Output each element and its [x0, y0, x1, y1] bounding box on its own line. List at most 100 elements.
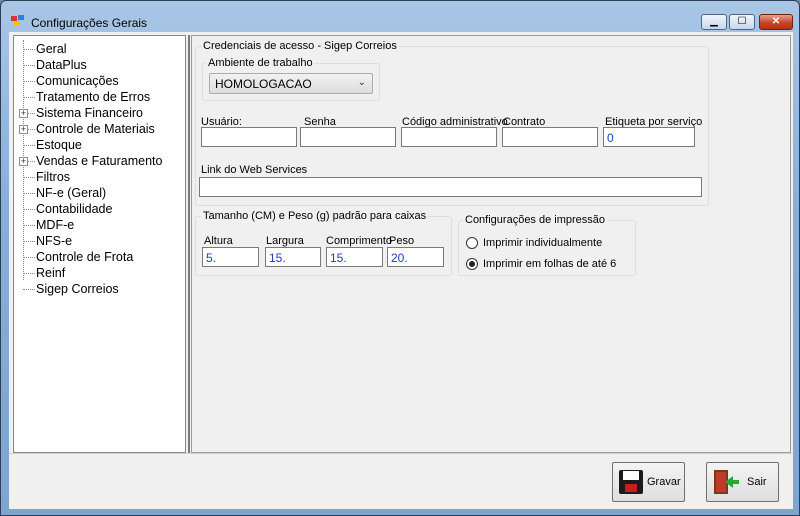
plus-glyph: +	[20, 124, 27, 134]
environment-group: Ambiente de trabalho HOMOLOGACAO ⌄	[202, 57, 380, 101]
size-weight-group: Tamanho (CM) e Peso (g) padrão para caix…	[195, 210, 452, 276]
tree-item[interactable]: Geral	[14, 41, 184, 57]
main-window: Configurações Gerais ▁ ☐ ✕ Geral DataPlus…	[0, 0, 800, 516]
peso-label: Peso	[389, 235, 415, 247]
usuario-input[interactable]	[201, 127, 297, 147]
tree-item[interactable]: NFS-e	[14, 233, 184, 249]
radio-selected-dot	[469, 261, 475, 267]
tree-connector-line	[23, 81, 35, 82]
tree-item-label: Sigep Correios	[36, 282, 119, 296]
close-button[interactable]: ✕	[759, 14, 793, 30]
tree-item[interactable]: Comunicações	[14, 73, 184, 89]
plus-glyph: +	[20, 156, 27, 166]
size-weight-group-title: Tamanho (CM) e Peso (g) padrão para caix…	[201, 210, 429, 222]
peso-input[interactable]: 20.	[387, 247, 444, 267]
gravar-button[interactable]: Gravar	[612, 462, 685, 502]
tree-connector-line	[23, 273, 35, 274]
environment-select[interactable]: HOMOLOGACAO ⌄	[209, 73, 373, 94]
tree-connector-line	[23, 49, 35, 50]
tree-item[interactable]: Filtros	[14, 169, 184, 185]
tree-item-label: Vendas e Faturamento	[36, 154, 163, 168]
print-sheets-label[interactable]: Imprimir em folhas de até 6	[483, 258, 616, 270]
tree-item[interactable]: Tratamento de Erros	[14, 89, 184, 105]
tree-item-label: Comunicações	[36, 74, 119, 88]
settings-panel: Credenciais de acesso - Sigep Correios A…	[191, 35, 791, 453]
tree-item-label: DataPlus	[36, 58, 87, 72]
tree-item-label: Filtros	[36, 170, 71, 184]
tree-connector-line	[23, 289, 35, 290]
window-client-area: Geral DataPlus Comunicações Tratamento de E…	[9, 32, 793, 509]
largura-label: Largura	[266, 235, 304, 247]
altura-input[interactable]: 5.	[202, 247, 259, 267]
tree-item-label: Estoque	[36, 138, 82, 152]
tree-connector-line	[23, 241, 35, 242]
tree-item[interactable]: + Sistema Financeiro	[14, 105, 184, 121]
contrato-input[interactable]	[502, 127, 598, 147]
print-config-group-title: Configurações de impressão	[463, 214, 608, 226]
floppy-disk-icon	[619, 470, 643, 494]
minimize-icon: ▁	[710, 16, 718, 27]
sair-label: Sair	[747, 476, 767, 488]
tree-connector-line	[23, 193, 35, 194]
settings-tree[interactable]: Geral DataPlus Comunicações Tratamento de E…	[13, 35, 186, 453]
tree-item-label: Tratamento de Erros	[36, 90, 151, 104]
tree-item-label: Sistema Financeiro	[36, 106, 143, 120]
tree-item[interactable]: NF-e (Geral)	[14, 185, 184, 201]
gravar-label: Gravar	[647, 476, 681, 488]
window-title: Configurações Gerais	[31, 16, 148, 30]
senha-input[interactable]	[300, 127, 396, 147]
plus-glyph: +	[20, 108, 27, 118]
maximize-button[interactable]: ☐	[729, 14, 755, 30]
tree-item-label: NFS-e	[36, 234, 73, 248]
print-individual-radio[interactable]	[466, 237, 478, 249]
expand-plus-icon[interactable]: +	[19, 157, 28, 166]
app-icon	[11, 15, 24, 26]
panel-splitter[interactable]	[188, 35, 190, 453]
link-webservices-label: Link do Web Services	[201, 164, 308, 176]
tree-item[interactable]: MDF-e	[14, 217, 184, 233]
print-individual-label[interactable]: Imprimir individualmente	[483, 237, 602, 249]
comprimento-label: Comprimento	[326, 235, 393, 247]
altura-label: Altura	[204, 235, 233, 247]
credentials-group: Credenciais de acesso - Sigep Correios A…	[195, 40, 709, 206]
comprimento-input[interactable]: 15.	[326, 247, 383, 267]
print-sheets-radio[interactable]	[466, 258, 478, 270]
close-icon: ✕	[771, 16, 781, 27]
largura-input[interactable]: 15.	[265, 247, 321, 267]
link-webservices-input[interactable]	[199, 177, 702, 197]
tree-connector-line	[23, 65, 35, 66]
tree-item[interactable]: + Vendas e Faturamento	[14, 153, 184, 169]
tree-item[interactable]: Estoque	[14, 137, 184, 153]
tree-item[interactable]: Contabilidade	[14, 201, 184, 217]
tree-item-label: Contabilidade	[36, 202, 113, 216]
chevron-down-icon: ⌄	[357, 77, 366, 88]
tree-item-label: Controle de Materiais	[36, 122, 155, 136]
tree-item-label: NF-e (Geral)	[36, 186, 107, 200]
sair-button[interactable]: Sair	[706, 462, 779, 502]
tree-item-label: Geral	[36, 42, 67, 56]
tree-connector-line	[23, 225, 35, 226]
title-bar[interactable]: Configurações Gerais ▁ ☐ ✕	[1, 1, 799, 31]
etiqueta-input[interactable]: 0	[603, 127, 695, 147]
tree-item[interactable]: DataPlus	[14, 57, 184, 73]
tree-item[interactable]: + Controle de Materiais	[14, 121, 184, 137]
tree-item-label: MDF-e	[36, 218, 75, 232]
tree-connector-line	[23, 145, 35, 146]
tree-connector-line	[23, 209, 35, 210]
tree-connector-line	[23, 177, 35, 178]
expand-plus-icon[interactable]: +	[19, 109, 28, 118]
tree-item-label: Controle de Frota	[36, 250, 134, 264]
bottom-action-bar: Gravar Sair	[9, 453, 793, 509]
credentials-group-title: Credenciais de acesso - Sigep Correios	[201, 40, 399, 52]
environment-select-value: HOMOLOGACAO	[215, 77, 312, 91]
exit-door-icon	[714, 470, 739, 494]
maximize-icon: ☐	[737, 16, 747, 27]
codigo-admin-input[interactable]	[401, 127, 497, 147]
tree-connector-line	[23, 97, 35, 98]
minimize-button[interactable]: ▁	[701, 14, 727, 30]
tree-item[interactable]: Sigep Correios	[14, 281, 184, 297]
tree-item[interactable]: Reinf	[14, 265, 184, 281]
expand-plus-icon[interactable]: +	[19, 125, 28, 134]
tree-item[interactable]: Controle de Frota	[14, 249, 184, 265]
print-config-group: Configurações de impressão Imprimir indi…	[458, 214, 636, 276]
